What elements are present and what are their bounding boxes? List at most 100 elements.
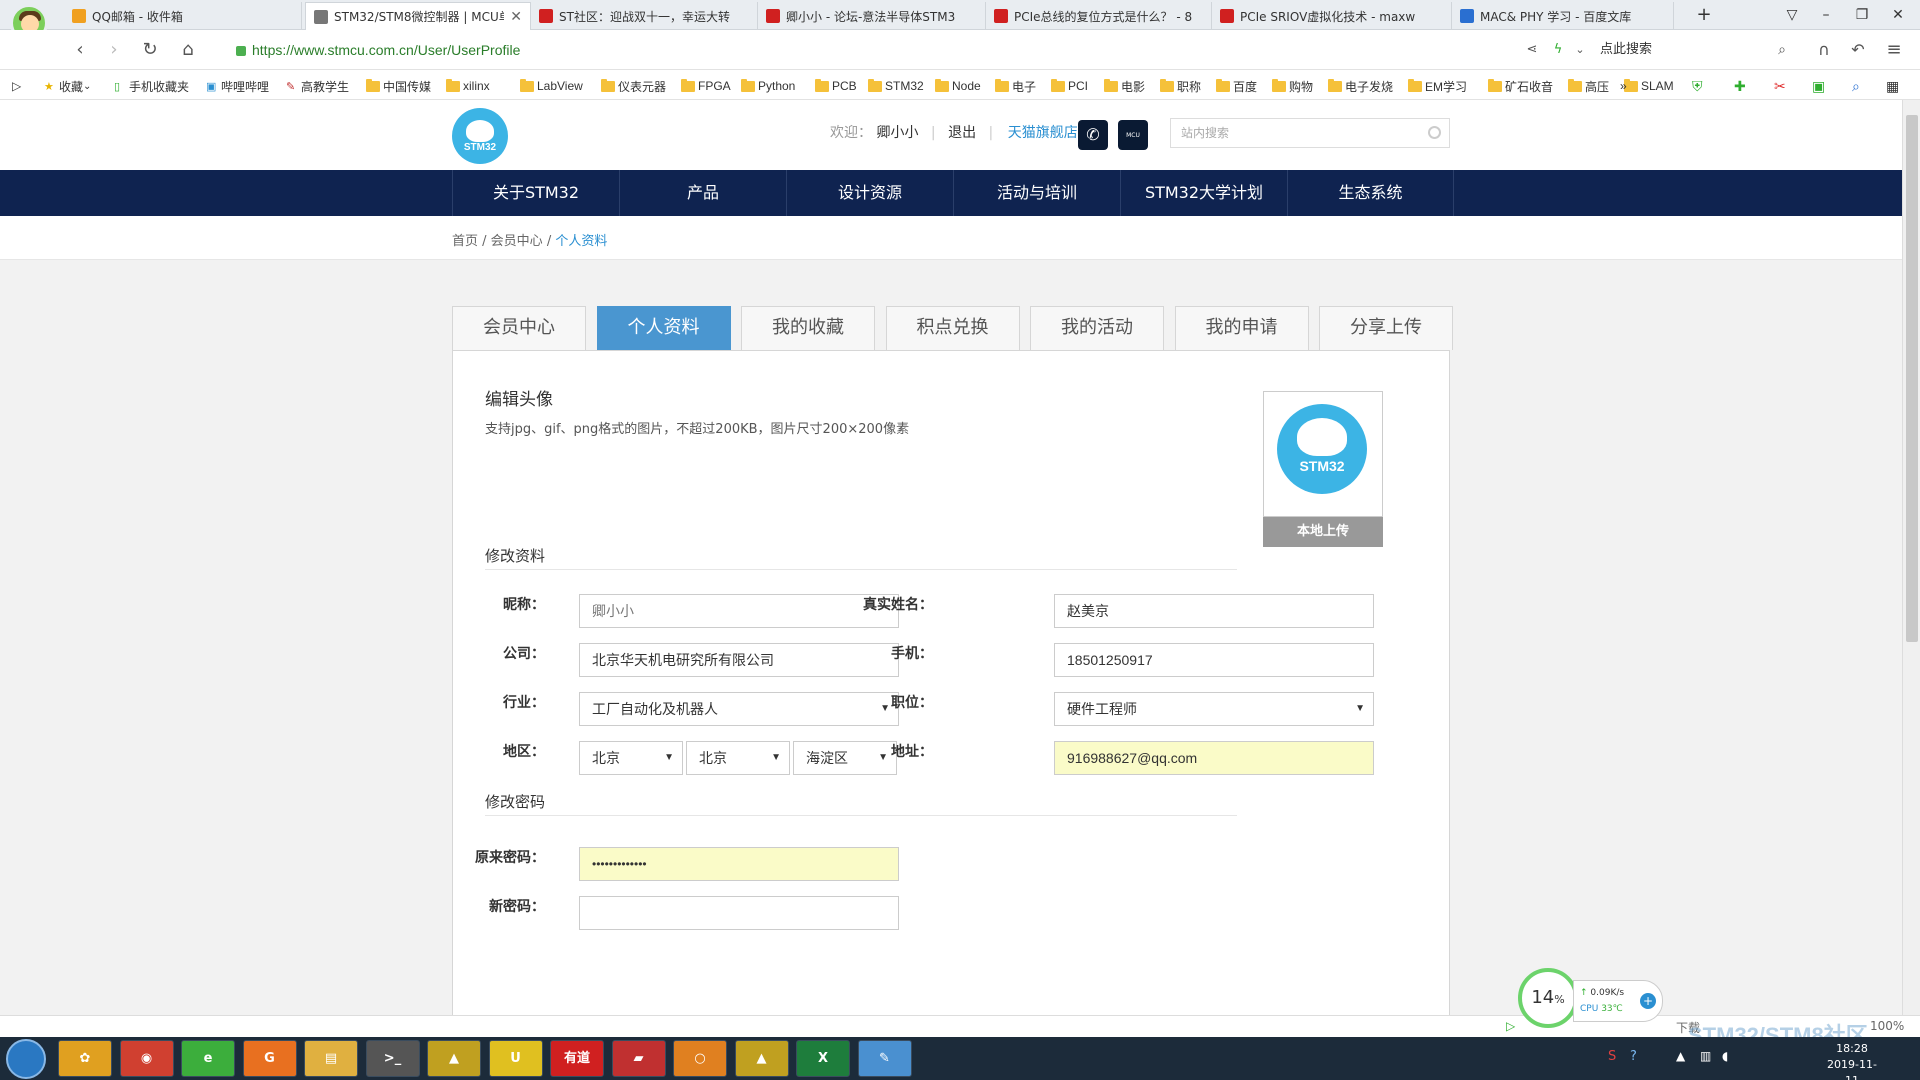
new-password-field[interactable] xyxy=(579,896,899,930)
tab-close-icon[interactable]: ✕ xyxy=(510,9,522,25)
stm32-logo[interactable]: STM32 xyxy=(452,108,508,164)
forward-button[interactable]: › xyxy=(102,38,126,62)
bookmark-item[interactable]: 仪表元器 xyxy=(601,77,666,95)
browser-tab[interactable]: QQ邮箱 - 收件箱 xyxy=(64,2,302,30)
bookmark-item[interactable]: SLAM xyxy=(1624,77,1674,95)
plus-icon[interactable]: + xyxy=(1640,993,1656,1009)
browser-tab[interactable]: ST社区：迎战双十一，幸运大转 xyxy=(531,2,758,30)
bookmark-item[interactable]: PCB xyxy=(815,77,857,95)
close-window-button[interactable]: ✕ xyxy=(1884,4,1912,26)
restore-tabs-icon[interactable]: ▽ xyxy=(1778,4,1806,26)
profile-tab[interactable]: 我的申请 xyxy=(1174,306,1309,350)
tray-expand-icon[interactable]: ▲ xyxy=(1676,1049,1685,1063)
scissors-icon[interactable]: ✂ xyxy=(1774,77,1786,95)
extension-icon[interactable]: ✚ xyxy=(1734,77,1746,95)
bookmark-item[interactable]: 职称 xyxy=(1160,77,1201,95)
browser-tab[interactable]: 卿小小 - 论坛-意法半导体STM3 xyxy=(758,2,986,30)
search-icon[interactable] xyxy=(1428,126,1441,139)
minimize-button[interactable]: – xyxy=(1812,4,1840,26)
game-icon[interactable]: ▣ xyxy=(1812,77,1825,95)
main-nav-item[interactable]: 设计资源 xyxy=(786,170,953,216)
bookmark-item[interactable]: 电子 xyxy=(995,77,1036,95)
bookmark-item[interactable]: Python xyxy=(741,77,795,95)
undo-icon[interactable]: ↶ xyxy=(1846,38,1870,62)
profile-tab[interactable]: 我的收藏 xyxy=(741,306,875,350)
main-nav-item[interactable]: 活动与培训 xyxy=(953,170,1120,216)
logout-link[interactable]: 退出 xyxy=(948,125,976,141)
browser-360-taskbar-icon[interactable]: e xyxy=(181,1040,235,1077)
tmall-store-link[interactable]: 天猫旗舰店 xyxy=(1008,125,1078,141)
paint-taskbar-icon[interactable]: ✎ xyxy=(857,1040,912,1077)
reload-button[interactable]: ↻ xyxy=(138,38,162,62)
shield-icon[interactable]: ⛨ xyxy=(1692,77,1703,95)
browser-tab[interactable]: MAC& PHY 学习 - 百度文库 xyxy=(1452,2,1674,30)
bookmark-item[interactable]: PCI xyxy=(1051,77,1088,95)
volume-icon[interactable]: ◖ xyxy=(1722,1049,1728,1063)
grid-icon[interactable]: ▦ xyxy=(1886,77,1899,95)
browser-tab[interactable]: PCIe SRIOV虚拟化技术 - maxw xyxy=(1212,2,1452,30)
main-nav-item[interactable]: 关于STM32 xyxy=(452,170,619,216)
search-icon[interactable]: ⌕ xyxy=(1770,38,1794,62)
everything-taskbar-icon[interactable]: ○ xyxy=(673,1040,727,1077)
province-select[interactable]: 北京 ▼ xyxy=(579,741,683,775)
matlab-taskbar-icon[interactable]: ▰ xyxy=(611,1040,666,1077)
profile-tab[interactable]: 个人资料 xyxy=(596,306,731,350)
realname-field[interactable]: 赵美京 xyxy=(1054,594,1374,628)
profile-tab[interactable]: 分享上传 xyxy=(1319,306,1453,350)
foxit-pdf-taskbar-icon[interactable]: G xyxy=(242,1040,297,1077)
address-field[interactable]: 916988627@qq.com xyxy=(1054,741,1374,775)
page-scrollbar[interactable] xyxy=(1902,100,1920,1015)
address-bar[interactable]: https://www.stmcu.com.cn/User/UserProfil… xyxy=(236,37,1536,63)
zoom-level[interactable]: 100% xyxy=(1870,1019,1904,1033)
new-tab-button[interactable]: + xyxy=(1690,4,1718,26)
bookmark-item[interactable]: ▣ 哔哩哔哩 xyxy=(206,77,269,95)
explorer-taskbar-icon[interactable]: ▤ xyxy=(304,1040,358,1077)
lightning-icon[interactable]: ϟ xyxy=(1546,38,1570,62)
bookmark-item[interactable]: 购物 xyxy=(1272,77,1313,95)
username-link[interactable]: 卿小小 xyxy=(876,125,918,141)
chevron-down-icon[interactable]: ⌄ xyxy=(1568,38,1592,62)
bookmark-item[interactable]: STM32 xyxy=(868,77,924,95)
headphones-icon[interactable]: ∩ xyxy=(1812,38,1836,62)
zoom-icon[interactable]: ⌕ xyxy=(1852,77,1860,95)
profile-tab[interactable]: 会员中心 xyxy=(452,306,586,350)
browser-search-input[interactable]: 点此搜索 xyxy=(1600,37,1790,63)
main-nav-item[interactable]: STM32大学计划 xyxy=(1120,170,1287,216)
scrollbar-thumb[interactable] xyxy=(1906,115,1918,642)
status-play-icon[interactable]: ▷ xyxy=(1506,1019,1515,1033)
ultraedit-taskbar-icon[interactable]: U xyxy=(488,1040,543,1077)
chrome-taskbar-icon[interactable]: ◉ xyxy=(119,1040,174,1077)
share-icon[interactable]: ⋖ xyxy=(1520,38,1544,62)
home-button[interactable]: ⌂ xyxy=(176,38,200,62)
mcu-finder-icon[interactable]: MCU Finder xyxy=(1118,120,1148,170)
old-password-field[interactable]: ••••••••••••• xyxy=(579,847,899,881)
start-button[interactable] xyxy=(6,1039,46,1079)
main-nav-item[interactable]: 产品 xyxy=(619,170,786,216)
local-upload-button[interactable]: 本地上传 xyxy=(1263,517,1383,547)
main-nav-item[interactable]: 生态系统 xyxy=(1287,170,1454,216)
youdao-taskbar-icon[interactable]: 有道 xyxy=(550,1040,604,1077)
bookmark-item[interactable]: 百度 xyxy=(1216,77,1257,95)
system-clock[interactable]: 18:28 2019-11-11 xyxy=(1822,1041,1882,1080)
back-button[interactable]: ‹ xyxy=(68,38,92,62)
bookmark-item[interactable]: ★ 收藏 ⌄ xyxy=(44,77,91,95)
maximize-button[interactable]: ❐ xyxy=(1848,4,1876,26)
excel-taskbar-icon[interactable]: X xyxy=(796,1040,850,1077)
breadcrumb-member-center[interactable]: 会员中心 xyxy=(491,234,543,249)
wechat-icon[interactable]: ✆ xyxy=(1078,120,1108,150)
site-search-input[interactable]: 站内搜索 xyxy=(1170,118,1450,148)
bookmark-item[interactable]: 电影 xyxy=(1104,77,1145,95)
profile-tab[interactable]: 我的活动 xyxy=(1030,306,1164,350)
position-select[interactable]: 硬件工程师 ▼ xyxy=(1054,692,1374,726)
menu-icon[interactable]: ≡ xyxy=(1882,38,1906,62)
browser-tab[interactable]: PCIe总线的复位方式是什么？ - 8 xyxy=(986,2,1212,30)
cpu-usage-widget[interactable]: 14% xyxy=(1518,968,1578,1028)
altium-taskbar-icon[interactable]: ▲ xyxy=(427,1040,481,1077)
bookmark-item[interactable]: ▯ 手机收藏夹 xyxy=(114,77,189,95)
bookmark-item[interactable]: 矿石收音 xyxy=(1488,77,1553,95)
bookmark-item[interactable]: ✎ 高教学生 xyxy=(286,77,349,95)
help-icon[interactable]: ? xyxy=(1630,1049,1637,1064)
bookmark-item[interactable]: xilinx xyxy=(446,77,490,95)
more-bookmarks-button[interactable]: » xyxy=(1620,77,1627,95)
browser-tab[interactable]: STM32/STM8微控制器 | MCU单 ✕ xyxy=(305,2,531,30)
